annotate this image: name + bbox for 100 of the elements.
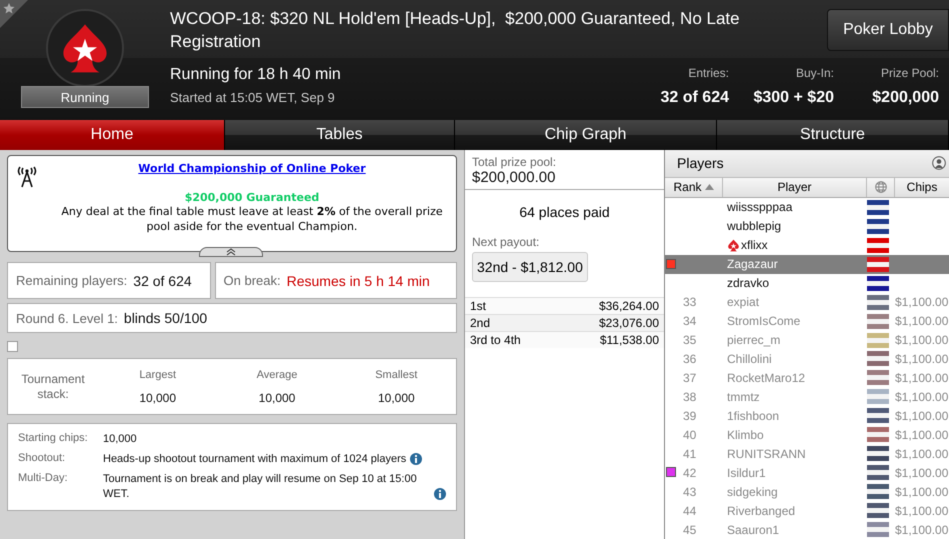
broadcast-tower-icon: [17, 166, 37, 188]
tab[interactable]: Chip Graph: [455, 120, 717, 150]
player-name: tmmtz: [727, 390, 760, 404]
chips-cell: $1,100.00: [895, 408, 949, 423]
remaining-value: 32 of 624: [133, 272, 192, 288]
stack-column-label: Smallest: [375, 368, 418, 380]
player-row[interactable]: 38 tmmtz $1,100.00: [665, 387, 949, 406]
player-row[interactable]: 43 sidgeking $1,100.00: [665, 482, 949, 502]
player-row[interactable]: 39 1fishboon $1,100.00: [665, 406, 949, 426]
rank-cell-text: 44: [682, 504, 698, 518]
player-name: wubblepig: [727, 219, 782, 234]
player-row[interactable]: 45 Saauron1 $1,100.00: [665, 520, 949, 539]
player-name: Klimbo: [727, 428, 764, 442]
player-row[interactable]: wubblepig: [665, 216, 949, 236]
rank-cell-text: 36: [682, 352, 698, 366]
detail-label: Multi-Day:: [18, 472, 69, 486]
player-name: Chillolini: [727, 352, 772, 366]
chips-cell: $1,100.00: [895, 352, 949, 366]
rank-cell-text: 37: [682, 370, 698, 385]
chips-cell: $1,100.00: [895, 390, 949, 404]
level-label: Round 6. Level 1:: [16, 310, 118, 326]
tab[interactable]: Tables: [225, 120, 455, 150]
user-icon[interactable]: [932, 156, 946, 170]
detail-value: Tournament is on break and play will resume on Sep 10 at 15:00 WET.: [103, 472, 418, 502]
chips-cell: $1,100.00: [895, 484, 949, 499]
payout-amount: $23,076.00: [598, 316, 659, 330]
chips-cell: $1,100.00: [895, 314, 949, 328]
wcoop-link[interactable]: World Championship of Online Poker: [138, 162, 366, 175]
player-row[interactable]: 37 RocketMaro12 $1,100.00: [665, 368, 949, 388]
rank-cell-text: 34: [682, 314, 698, 328]
player-row[interactable]: 41 RUNITSRANN $1,100.00: [665, 444, 949, 464]
player-name: pierrec_m: [727, 333, 780, 348]
player-row[interactable]: 35 pierrec_m $1,100.00: [665, 330, 949, 350]
player-row[interactable]: 42 Isildur1 $1,100.00: [665, 463, 949, 482]
chips-cell: $1,100.00: [895, 466, 949, 480]
stack-column-label: Average: [256, 368, 298, 380]
player-name: Riverbanged: [727, 504, 796, 518]
player-row[interactable]: zdravko: [665, 274, 949, 293]
chips-cell: $1,100.00: [895, 295, 949, 310]
tab[interactable]: Home: [0, 120, 225, 150]
chips-cell: $1,100.00: [895, 333, 949, 348]
player-name: zdravko: [727, 276, 770, 290]
chips-cell: $1,100.00: [895, 446, 949, 461]
player-name: 1fishboon: [727, 408, 780, 423]
stack-column-label: Largest: [139, 368, 176, 380]
player-name: StromIsCome: [727, 314, 800, 328]
sort-ascending-icon: [704, 184, 714, 190]
player-row[interactable]: 44 Riverbanged $1,100.00: [665, 501, 949, 520]
chips-cell: $1,100.00: [895, 428, 949, 442]
rank-cell-text: 45: [682, 522, 698, 537]
break-label: On break:: [224, 273, 281, 288]
detail-value: 10,000: [103, 432, 137, 447]
next-payout-value: 32nd - $1,812.00: [472, 252, 588, 282]
break-value: Resumes in 5 h 14 min: [286, 272, 430, 288]
player-row[interactable]: 34 StromIsCome $1,100.00: [665, 312, 949, 331]
player-row[interactable]: 33 expiat $1,100.00: [665, 292, 949, 312]
collapse-button[interactable]: [199, 247, 263, 257]
tab[interactable]: Structure: [717, 120, 949, 150]
tournament-title: WCOOP-18: $320 NL Hold'em [Heads-Up], $200,000 Guaranteed, No Late Registration: [170, 8, 741, 53]
rank-cell-text: 38: [682, 390, 698, 404]
player-row[interactable]: wiissspppaa: [665, 198, 949, 217]
player-row[interactable]: 40 Klimbo $1,100.00: [665, 425, 949, 444]
chips-cell: $1,100.00: [895, 370, 949, 385]
player-name: expiat: [727, 295, 760, 310]
player-name: wiissspppaa: [727, 200, 792, 214]
payout-amount: $36,264.00: [598, 299, 659, 313]
player-name: sidgeking: [727, 484, 778, 499]
payout-place: 2nd: [470, 316, 490, 330]
prize-pool-value: $200,000.00: [465, 169, 664, 190]
payout-place: 3rd to 4th: [470, 333, 521, 347]
selected-player-row[interactable]: Zagazaur: [665, 254, 949, 274]
player-column-header[interactable]: Player: [723, 178, 867, 197]
poker-lobby-button[interactable]: Poker Lobby: [827, 9, 949, 51]
rank-cell-text: 41: [682, 446, 698, 461]
rank-cell-text: 42: [682, 466, 698, 480]
player-row[interactable]: 36 Chillolini $1,100.00: [665, 350, 949, 368]
favorite-star-icon[interactable]: [0, 0, 28, 28]
checkbox[interactable]: [7, 341, 18, 352]
player-row[interactable]: xflixx: [665, 236, 949, 255]
info-icon[interactable]: [434, 488, 446, 500]
stack-value: 10,000: [378, 390, 415, 404]
player-name: xflixx: [741, 238, 768, 252]
remaining-label: Remaining players:: [16, 273, 128, 288]
player-name: RUNITSRANN: [727, 446, 806, 461]
places-paid: 64 places paid: [518, 204, 611, 220]
stat-value: $300 + $20: [753, 89, 834, 107]
chips-column-header[interactable]: Chips: [895, 178, 949, 197]
rank-column-header[interactable]: Rank: [665, 178, 723, 197]
stat-value: $200,000: [872, 89, 939, 107]
globe-icon[interactable]: [874, 181, 886, 194]
status-ribbon: Running: [21, 86, 149, 108]
stat-label: Entries:: [688, 66, 729, 80]
rank-cell-text: 40: [682, 428, 698, 442]
stat-value: 32 of 624: [660, 89, 729, 107]
next-payout-label: Next payout:: [471, 234, 540, 249]
chips-cell: $1,100.00: [895, 504, 949, 518]
deal-notice: Any deal at the final table must leave at least 2% of the overall prize pool aside for the eventual Champion.: [60, 204, 444, 234]
player-name: Zagazaur: [727, 257, 778, 272]
level-value: blinds 50/100: [124, 310, 208, 326]
info-icon[interactable]: [410, 453, 422, 465]
